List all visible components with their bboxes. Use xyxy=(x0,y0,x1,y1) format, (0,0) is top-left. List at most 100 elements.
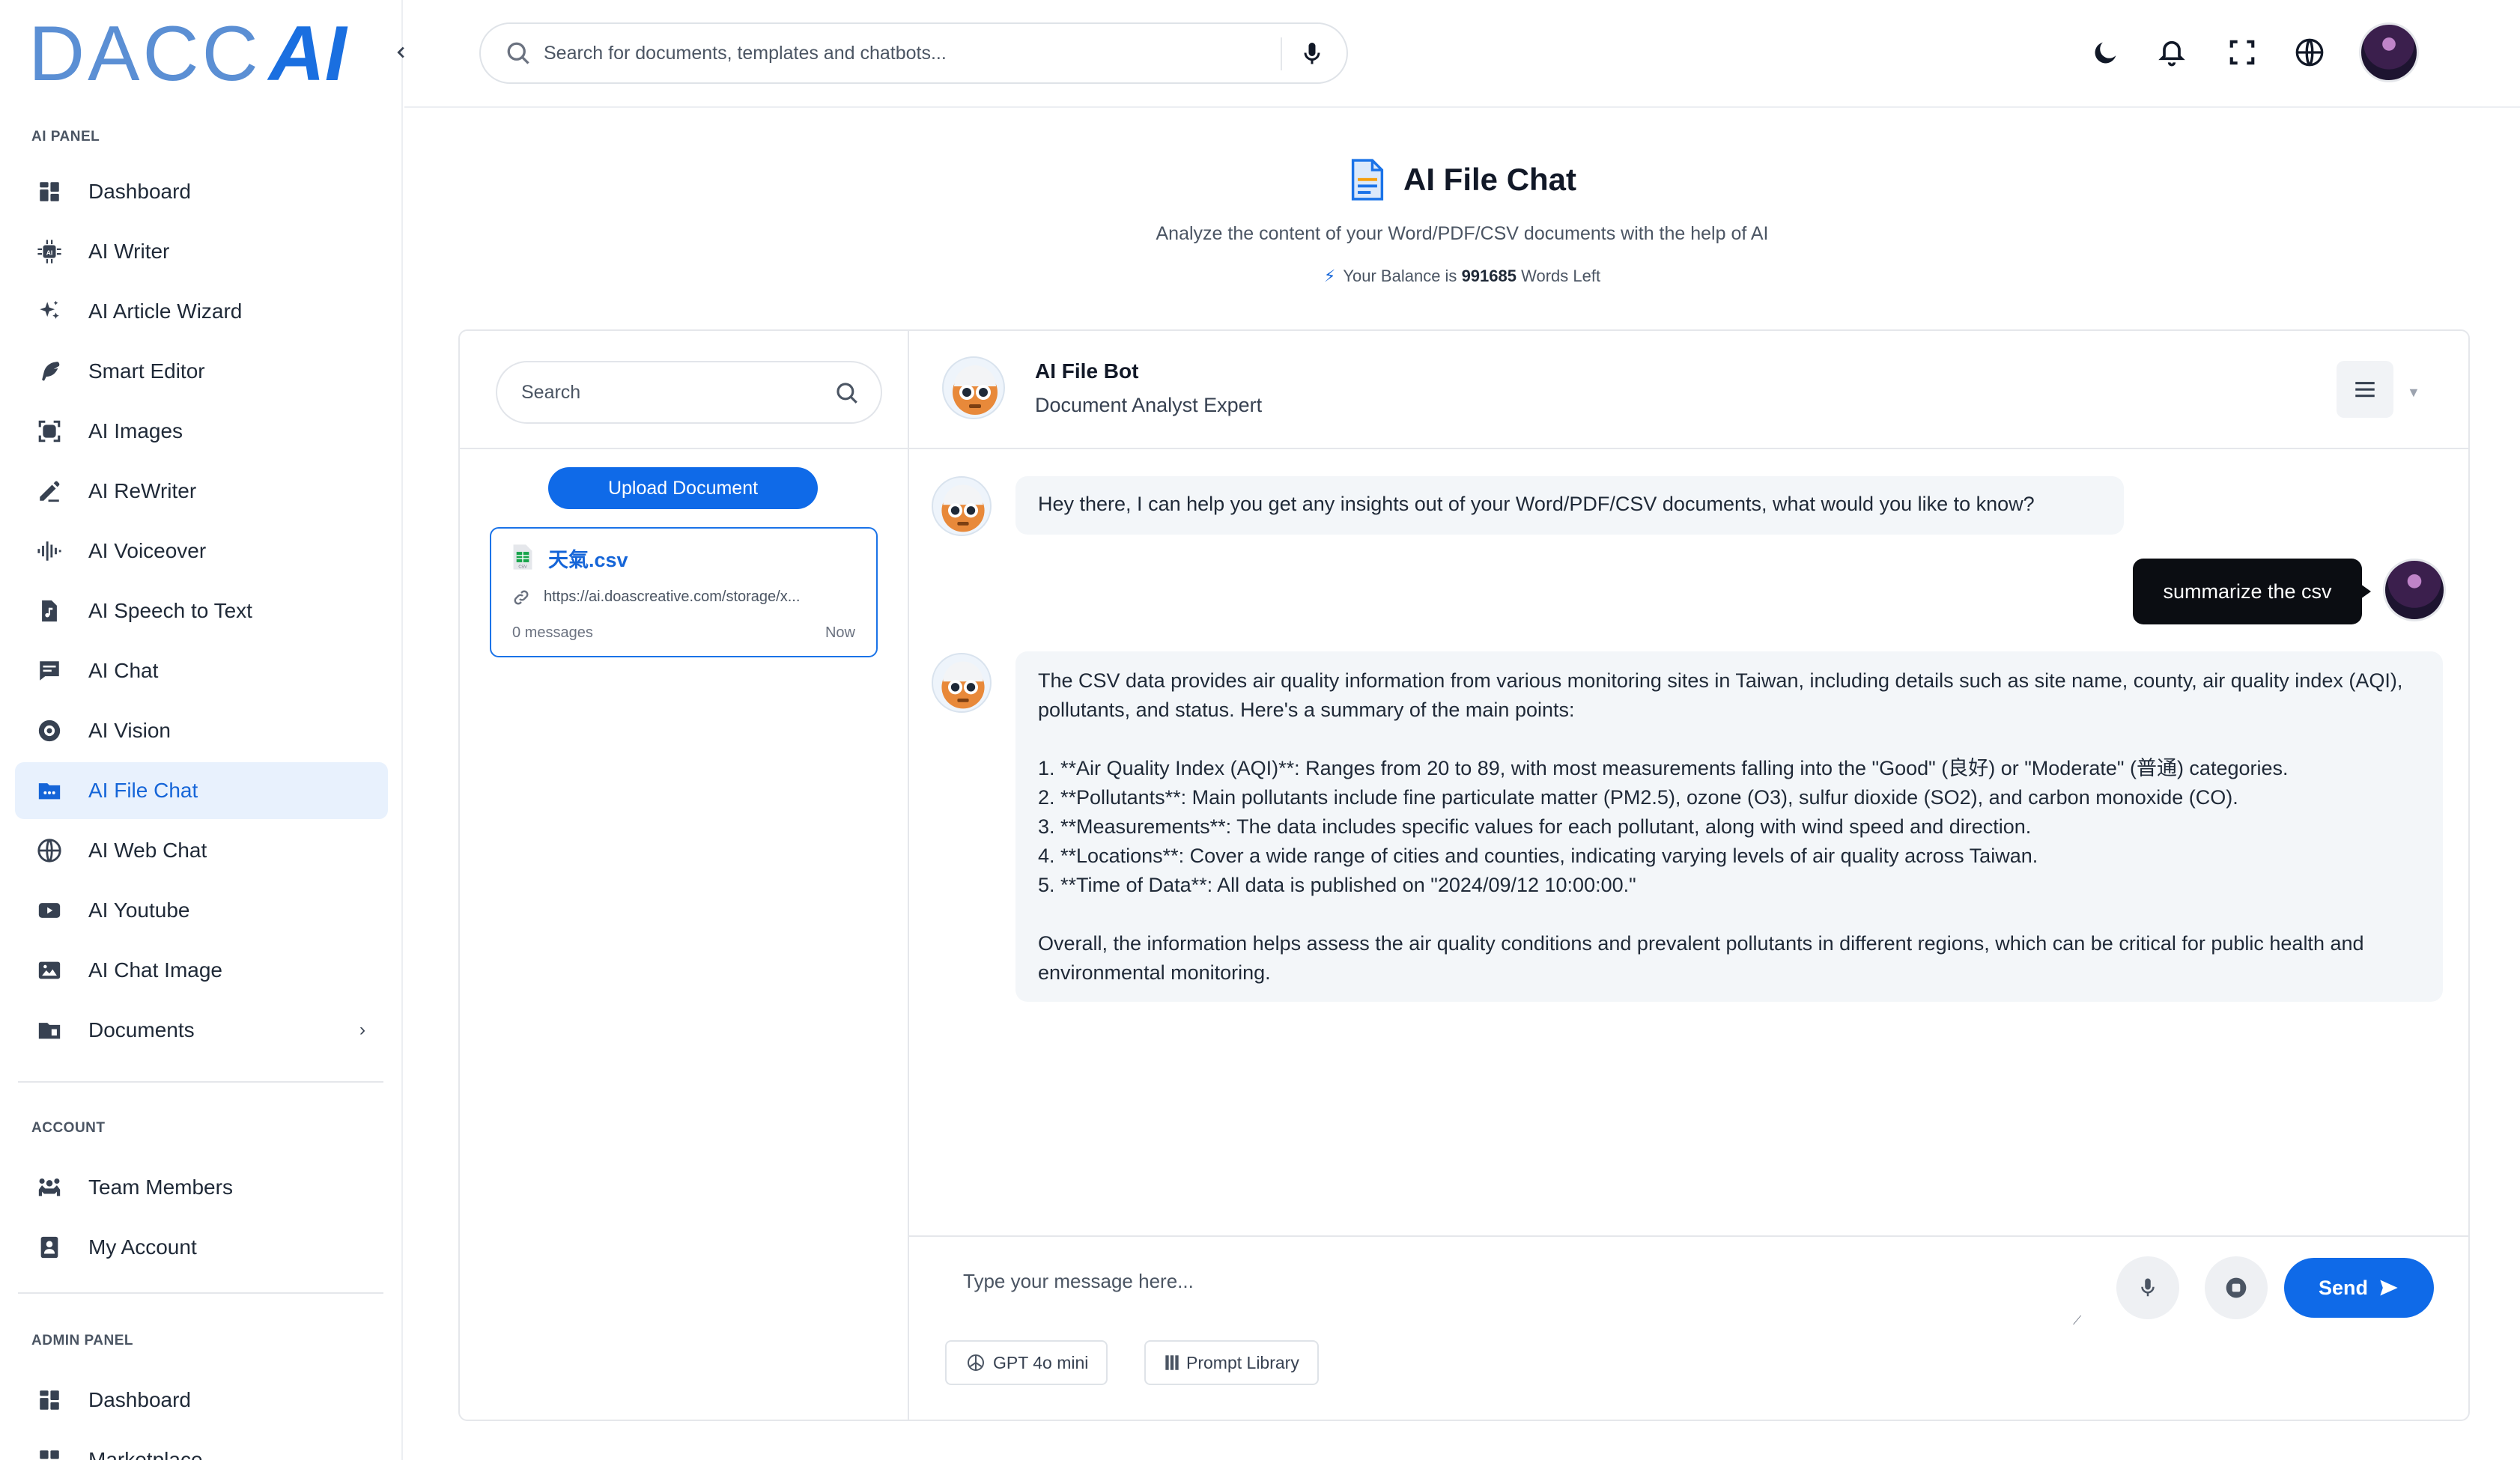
sidebar-item-ai-images[interactable]: AI Images xyxy=(15,403,388,460)
chat-header-divider xyxy=(909,448,2468,449)
user-message: summarize the csv xyxy=(2133,559,2371,624)
section-label-ai-panel: AI PANEL xyxy=(31,129,100,145)
sidebar-item-ai-article-wizard[interactable]: AI Article Wizard xyxy=(15,283,388,340)
sidebar-item-team-members[interactable]: Team Members xyxy=(15,1159,388,1216)
upload-document-button[interactable]: Upload Document xyxy=(548,467,818,509)
sidebar-item-label: AI Writer xyxy=(88,240,170,263)
account-nav: Team Members My Account xyxy=(15,1159,388,1279)
picture-icon xyxy=(36,957,63,984)
dark-mode-toggle[interactable] xyxy=(2089,36,2122,69)
logo-accent-text: AI xyxy=(268,10,347,97)
sidebar-item-ai-speech-to-text[interactable]: AI Speech to Text xyxy=(15,583,388,639)
bot-name: AI File Bot xyxy=(1035,359,1139,383)
sidebar-item-label: AI Chat xyxy=(88,659,159,682)
resize-handle-icon[interactable]: ⟋ xyxy=(2073,1315,2085,1327)
stop-button[interactable] xyxy=(2205,1256,2268,1319)
search-icon[interactable] xyxy=(834,380,860,406)
language-button[interactable] xyxy=(2293,36,2326,69)
sidebar-item-ai-chat[interactable]: AI Chat xyxy=(15,642,388,699)
chat-menu-button[interactable] xyxy=(2337,361,2393,418)
fullscreen-button[interactable] xyxy=(2226,36,2259,69)
document-search-input[interactable] xyxy=(521,381,821,404)
page-header: AI File Chat xyxy=(1348,159,1576,201)
document-search xyxy=(496,361,882,424)
documents-divider xyxy=(460,448,908,449)
model-label: GPT 4o mini xyxy=(993,1352,1089,1372)
prompt-library-button[interactable]: Prompt Library xyxy=(1144,1340,1319,1385)
svg-text:AI: AI xyxy=(46,249,53,256)
sidebar-item-ai-chat-image[interactable]: AI Chat Image xyxy=(15,942,388,999)
reply-point: 2. **Pollutants**: Main pollutants inclu… xyxy=(1038,786,2238,809)
user-avatar[interactable] xyxy=(2359,22,2419,82)
sidebar-item-admin-dashboard[interactable]: Dashboard xyxy=(15,1372,388,1429)
sidebar-item-ai-web-chat[interactable]: AI Web Chat xyxy=(15,822,388,879)
dashboard-icon xyxy=(36,178,63,205)
notifications-button[interactable] xyxy=(2155,36,2188,69)
send-button[interactable]: Send xyxy=(2284,1258,2434,1318)
bot-avatar xyxy=(932,653,992,713)
sidebar-item-ai-youtube[interactable]: AI Youtube xyxy=(15,882,388,939)
sidebar-item-ai-rewriter[interactable]: AI ReWriter xyxy=(15,463,388,520)
sidebar-item-label: AI Voiceover xyxy=(88,539,207,562)
sidebar-item-label: AI File Chat xyxy=(88,779,198,802)
sidebar-item-dashboard[interactable]: Dashboard xyxy=(15,163,388,220)
sidebar-collapse-button[interactable] xyxy=(388,39,415,66)
prompt-library-label: Prompt Library xyxy=(1186,1352,1299,1372)
sidebar-item-ai-voiceover[interactable]: AI Voiceover xyxy=(15,523,388,580)
reply-point: 5. **Time of Data**: All data is publish… xyxy=(1038,874,1636,896)
bot-avatar xyxy=(942,356,1005,419)
reply-point: 1. **Air Quality Index (AQI)**: Ranges f… xyxy=(1038,757,2289,779)
chevron-left-icon xyxy=(397,46,404,58)
bot-message: The CSV data provides air quality inform… xyxy=(1015,651,2443,1002)
logo[interactable]: DACC AI xyxy=(28,10,347,97)
robot-icon xyxy=(941,484,985,532)
dashboard-icon xyxy=(36,1387,63,1414)
document-message-count: 0 messages xyxy=(512,624,593,641)
vision-icon xyxy=(36,717,63,744)
top-header xyxy=(404,0,2520,108)
model-selector[interactable]: GPT 4o mini xyxy=(945,1340,1108,1385)
chat-column: AI File Bot Document Analyst Expert ▼ He… xyxy=(909,331,2468,1420)
sidebar-item-smart-editor[interactable]: Smart Editor xyxy=(15,343,388,400)
document-icon xyxy=(1351,159,1384,201)
logo-text: DACC xyxy=(28,10,261,97)
sidebar-item-ai-writer[interactable]: AI AI Writer xyxy=(15,223,388,280)
chat-icon xyxy=(36,657,63,684)
message-input[interactable] xyxy=(963,1270,2071,1330)
microphone-icon xyxy=(2141,1278,2155,1297)
waveform-icon xyxy=(36,538,63,565)
document-url: https://ai.doascreative.com/storage/x... xyxy=(544,588,801,605)
ai-panel-nav: Dashboard AI AI Writer AI Article Wizard… xyxy=(15,163,388,1062)
sidebar-divider xyxy=(18,1081,383,1083)
stop-icon xyxy=(2226,1277,2247,1298)
team-icon xyxy=(36,1174,63,1201)
reply-point: 3. **Measurements**: The data includes s… xyxy=(1038,815,2032,838)
page-subtitle: Analyze the content of your Word/PDF/CSV… xyxy=(1156,223,1769,244)
sidebar-item-ai-vision[interactable]: AI Vision xyxy=(15,702,388,759)
send-label: Send xyxy=(2318,1276,2368,1299)
bell-icon xyxy=(2158,40,2185,67)
hamburger-icon xyxy=(2355,382,2375,398)
sidebar-item-ai-file-chat[interactable]: AI File Chat xyxy=(15,762,388,819)
svg-text:CSV: CSV xyxy=(518,565,527,570)
documents-column: Upload Document CSV 天氣.csv https://ai.do… xyxy=(460,331,909,1420)
folder-chat-icon xyxy=(36,777,63,804)
bot-role: Document Analyst Expert xyxy=(1035,394,1263,416)
sidebar-item-my-account[interactable]: My Account xyxy=(15,1219,388,1276)
global-search-input[interactable] xyxy=(544,42,1263,64)
sidebar-item-label: Smart Editor xyxy=(88,359,205,383)
section-label-admin-panel: ADMIN PANEL xyxy=(31,1333,134,1348)
voice-input-button[interactable] xyxy=(2116,1256,2179,1319)
sidebar-item-label: Team Members xyxy=(88,1175,233,1199)
robot-icon xyxy=(953,365,998,415)
chevron-down-icon[interactable]: ▼ xyxy=(2407,385,2420,401)
microphone-icon[interactable] xyxy=(1299,40,1326,67)
document-card[interactable]: CSV 天氣.csv https://ai.doascreative.com/s… xyxy=(490,527,878,657)
sidebar-item-label: My Account xyxy=(88,1235,197,1259)
moon-icon xyxy=(2095,42,2116,64)
sidebar-item-marketplace[interactable]: Marketplace xyxy=(15,1432,388,1460)
sidebar-item-label: AI Vision xyxy=(88,719,171,742)
document-timestamp: Now xyxy=(825,624,855,641)
sidebar-item-documents[interactable]: Documents › xyxy=(15,1002,388,1059)
user-avatar xyxy=(2383,559,2446,621)
